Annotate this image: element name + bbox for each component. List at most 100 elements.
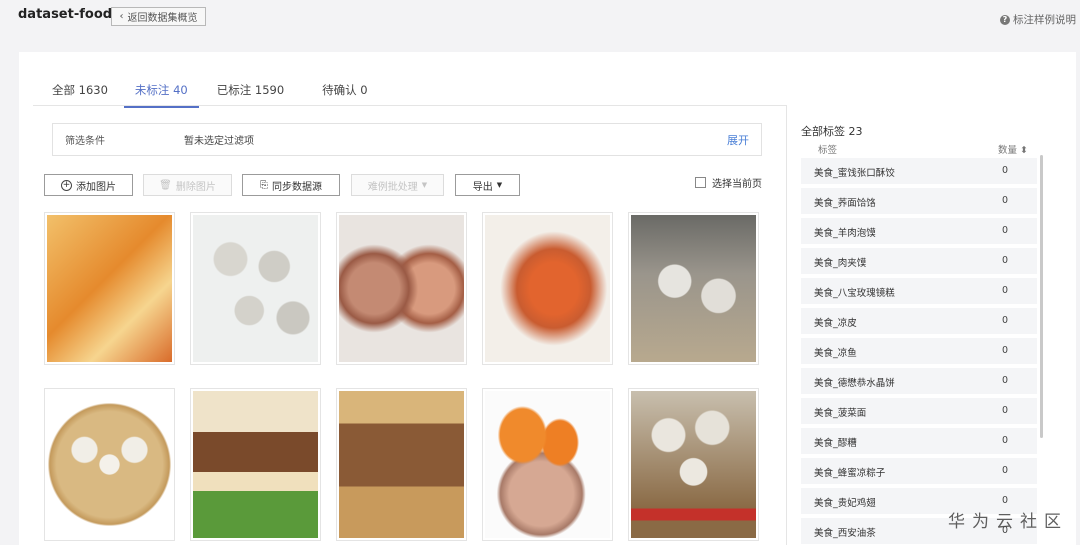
labels-panel-title: 全部标签 23 <box>801 125 863 138</box>
labels-panel: 全部标签 23 标签 数量 ⬍ 美食_蜜饯张口酥饺 0 美食_荞面饸饹 0 美食_羊… <box>786 105 1076 545</box>
watermark: 华为云社区 <box>948 512 1068 532</box>
label-name: 美食_醪糟 <box>814 438 857 449</box>
label-count: 0 <box>1002 465 1009 476</box>
image-thumbnail[interactable] <box>44 212 175 365</box>
label-count: 0 <box>1002 285 1009 296</box>
tab-bar: 全部 1630 未标注 40 已标注 1590 待确认 0 <box>52 82 395 108</box>
image-thumbnail[interactable] <box>628 212 759 365</box>
label-row[interactable]: 美食_凉鱼 0 <box>801 338 1037 364</box>
delete-image-label: 删除图片 <box>175 181 216 193</box>
export-label: 导出 <box>472 181 493 193</box>
filter-bar: 筛选条件 暂未选定过滤项 展开 <box>52 123 762 156</box>
label-count: 0 <box>1002 165 1009 176</box>
caret-down-icon: ▼ <box>421 181 428 189</box>
tab-divider <box>33 105 786 106</box>
trash-icon: 🗑 <box>159 179 172 191</box>
help-label: 标注样例说明 <box>1013 14 1076 26</box>
image-thumbnail[interactable] <box>190 388 321 541</box>
tab-pending[interactable]: 待确认 0 <box>322 82 367 106</box>
label-count: 0 <box>1002 405 1009 416</box>
sync-datasource-label: 同步数据源 <box>272 181 322 193</box>
image-thumbnail[interactable] <box>44 388 175 541</box>
label-name: 美食_凉皮 <box>814 318 857 329</box>
annotation-guide-link[interactable]: ? 标注样例说明 <box>1000 12 1076 27</box>
labels-list: 美食_蜜饯张口酥饺 0 美食_荞面饸饹 0 美食_羊肉泡馍 0 美食_肉夹馍 0 美食_… <box>801 158 1041 545</box>
image-thumbnail[interactable] <box>628 388 759 541</box>
label-row[interactable]: 美食_菠菜面 0 <box>801 398 1037 424</box>
label-row[interactable]: 美食_羊肉泡馍 0 <box>801 218 1037 244</box>
label-count: 0 <box>1002 435 1009 446</box>
food-image <box>193 215 318 362</box>
hard-example-batch-label: 难例批处理 <box>367 181 418 193</box>
label-count: 0 <box>1002 225 1009 236</box>
delete-image-button[interactable]: 🗑 删除图片 <box>143 174 232 196</box>
label-name: 美食_蜂蜜凉粽子 <box>814 468 886 479</box>
image-thumbnail[interactable] <box>336 388 467 541</box>
label-name: 美食_菠菜面 <box>814 408 867 419</box>
sync-datasource-button[interactable]: ⎘ 同步数据源 <box>242 174 340 196</box>
food-image <box>339 215 464 362</box>
caret-down-icon: ▼ <box>496 181 503 189</box>
filter-value: 暂未选定过滤项 <box>184 136 254 147</box>
image-thumbnail[interactable] <box>482 388 613 541</box>
food-image <box>47 391 172 538</box>
back-to-overview-button[interactable]: ‹ 返回数据集概览 <box>111 7 206 26</box>
filter-label: 筛选条件 <box>65 136 105 147</box>
label-row[interactable]: 美食_蜜饯张口酥饺 0 <box>801 158 1037 184</box>
food-image <box>485 215 610 362</box>
dataset-title: dataset-food <box>18 7 113 22</box>
select-page-label: 选择当前页 <box>712 179 762 190</box>
food-image <box>631 215 756 362</box>
add-circle-icon: + <box>61 179 72 191</box>
label-name: 美食_贵妃鸡翅 <box>814 498 876 509</box>
filter-expand-link[interactable]: 展开 <box>727 132 749 148</box>
image-thumbnail[interactable] <box>190 212 321 365</box>
label-count: 0 <box>1002 195 1009 206</box>
label-name: 美食_羊肉泡馍 <box>814 228 876 239</box>
food-image <box>193 391 318 538</box>
label-name: 美食_西安油茶 <box>814 528 876 539</box>
chevron-left-icon: ‹ <box>119 11 124 22</box>
food-image <box>485 391 610 538</box>
food-image <box>631 391 756 538</box>
label-row[interactable]: 美食_肉夹馍 0 <box>801 248 1037 274</box>
add-image-button[interactable]: + 添加图片 <box>44 174 133 196</box>
hard-example-batch-button[interactable]: 难例批处理 ▼ <box>351 174 444 196</box>
label-row[interactable]: 美食_德懋恭水晶饼 0 <box>801 368 1037 394</box>
select-page-checkbox[interactable] <box>695 177 706 188</box>
sync-document-icon: ⎘ <box>260 179 268 191</box>
top-bar: dataset-food ‹ 返回数据集概览 ? 标注样例说明 <box>0 0 1080 42</box>
question-icon: ? <box>1000 14 1010 25</box>
label-column-header: 标签 <box>818 145 838 156</box>
count-column-header[interactable]: 数量 ⬍ <box>998 142 1028 156</box>
label-row[interactable]: 美食_蜂蜜凉粽子 0 <box>801 458 1037 484</box>
tab-unlabeled[interactable]: 未标注 40 <box>123 82 199 108</box>
add-image-label: 添加图片 <box>76 181 116 193</box>
tab-labeled[interactable]: 已标注 1590 <box>217 82 284 106</box>
label-name: 美食_肉夹馍 <box>814 258 867 269</box>
label-row[interactable]: 美食_凉皮 0 <box>801 308 1037 334</box>
label-name: 美食_德懋恭水晶饼 <box>814 378 895 389</box>
label-name: 美食_凉鱼 <box>814 348 857 359</box>
label-row[interactable]: 美食_八宝玫瑰镜糕 0 <box>801 278 1037 304</box>
label-name: 美食_荞面饸饹 <box>814 198 876 209</box>
image-thumbnail[interactable] <box>482 212 613 365</box>
food-image <box>339 391 464 538</box>
label-count: 0 <box>1002 315 1009 326</box>
label-count: 0 <box>1002 375 1009 386</box>
label-row[interactable]: 美食_醪糟 0 <box>801 428 1037 454</box>
image-thumbnail[interactable] <box>336 212 467 365</box>
export-button[interactable]: 导出 ▼ <box>455 174 520 196</box>
back-button-label: 返回数据集概览 <box>127 13 198 24</box>
main-card: 全部 1630 未标注 40 已标注 1590 待确认 0 筛选条件 暂未选定过… <box>19 52 1076 545</box>
label-row[interactable]: 美食_荞面饸饹 0 <box>801 188 1037 214</box>
food-image <box>47 215 172 362</box>
labels-scrollbar[interactable] <box>1040 155 1043 438</box>
label-count: 0 <box>1002 345 1009 356</box>
tab-all[interactable]: 全部 1630 <box>52 82 108 106</box>
label-name: 美食_蜜饯张口酥饺 <box>814 168 895 179</box>
label-count: 0 <box>1002 495 1009 506</box>
label-count: 0 <box>1002 255 1009 266</box>
labels-table-header: 标签 数量 ⬍ <box>801 142 1033 156</box>
select-current-page[interactable]: 选择当前页 <box>695 175 762 190</box>
